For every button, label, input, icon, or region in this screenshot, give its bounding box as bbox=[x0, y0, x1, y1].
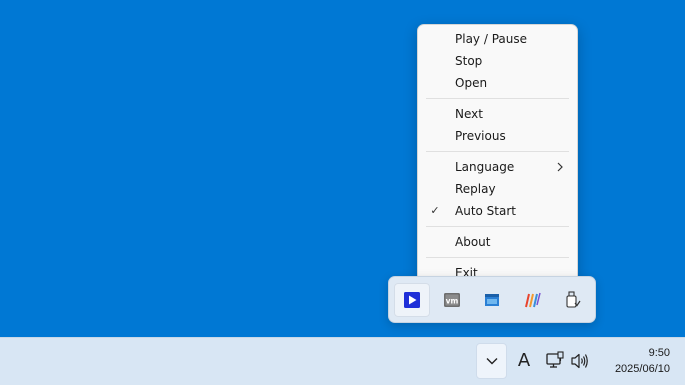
vmware-icon: vm bbox=[444, 293, 460, 307]
taskbar: A 9:50 2025/06/10 bbox=[0, 337, 685, 385]
chevron-right-icon bbox=[557, 162, 563, 172]
menu-item-label: Previous bbox=[455, 129, 506, 143]
media-player-icon bbox=[404, 292, 420, 308]
tray-context-menu: Play / Pause Stop Open Next Previous Lan… bbox=[417, 24, 578, 283]
chevron-down-icon bbox=[486, 358, 498, 365]
svg-text:vm: vm bbox=[446, 297, 459, 306]
menu-item-label: Stop bbox=[455, 54, 483, 68]
menu-item-next[interactable]: Next bbox=[418, 103, 577, 125]
menu-item-label: Play / Pause bbox=[455, 32, 527, 46]
menu-item-label: Auto Start bbox=[455, 204, 516, 218]
network-icon[interactable] bbox=[545, 351, 565, 371]
usb-drive-icon bbox=[566, 291, 581, 308]
menu-item-stop[interactable]: Stop bbox=[418, 50, 577, 72]
menu-item-replay[interactable]: Replay bbox=[418, 178, 577, 200]
tray-icon-vmware[interactable]: vm bbox=[434, 283, 470, 317]
menu-separator bbox=[426, 151, 569, 152]
menu-item-play-pause[interactable]: Play / Pause bbox=[418, 28, 577, 50]
checkmark-icon: ✓ bbox=[430, 204, 440, 217]
menu-item-label: Open bbox=[455, 76, 488, 90]
tray-icon-stripes-app[interactable] bbox=[514, 283, 550, 317]
menu-item-auto-start[interactable]: ✓ Auto Start bbox=[418, 200, 577, 222]
menu-item-open[interactable]: Open bbox=[418, 72, 577, 94]
menu-item-label: About bbox=[455, 235, 491, 249]
clock-date: 2025/06/10 bbox=[614, 363, 670, 375]
show-hidden-icons-button[interactable] bbox=[476, 343, 507, 379]
tray-icon-media-player[interactable] bbox=[394, 283, 430, 317]
tray-icon-usb-drive[interactable] bbox=[554, 283, 590, 317]
menu-item-about[interactable]: About bbox=[418, 231, 577, 253]
menu-item-label: Language bbox=[455, 160, 515, 174]
menu-item-language[interactable]: Language bbox=[418, 156, 577, 178]
window-app-icon bbox=[485, 294, 499, 306]
tray-icon-window-app[interactable] bbox=[474, 283, 510, 317]
ime-mode-indicator[interactable]: A bbox=[514, 348, 534, 374]
menu-separator bbox=[426, 257, 569, 258]
menu-item-previous[interactable]: Previous bbox=[418, 125, 577, 147]
menu-separator bbox=[426, 98, 569, 99]
stripes-app-icon bbox=[525, 292, 541, 308]
menu-item-label: Next bbox=[455, 107, 483, 121]
clock-time: 9:50 bbox=[648, 347, 670, 359]
volume-icon[interactable] bbox=[570, 351, 590, 371]
menu-item-label: Replay bbox=[455, 182, 496, 196]
menu-separator bbox=[426, 226, 569, 227]
tray-overflow-flyout: vm bbox=[388, 276, 596, 323]
clock[interactable]: 9:50 2025/06/10 bbox=[600, 345, 670, 377]
